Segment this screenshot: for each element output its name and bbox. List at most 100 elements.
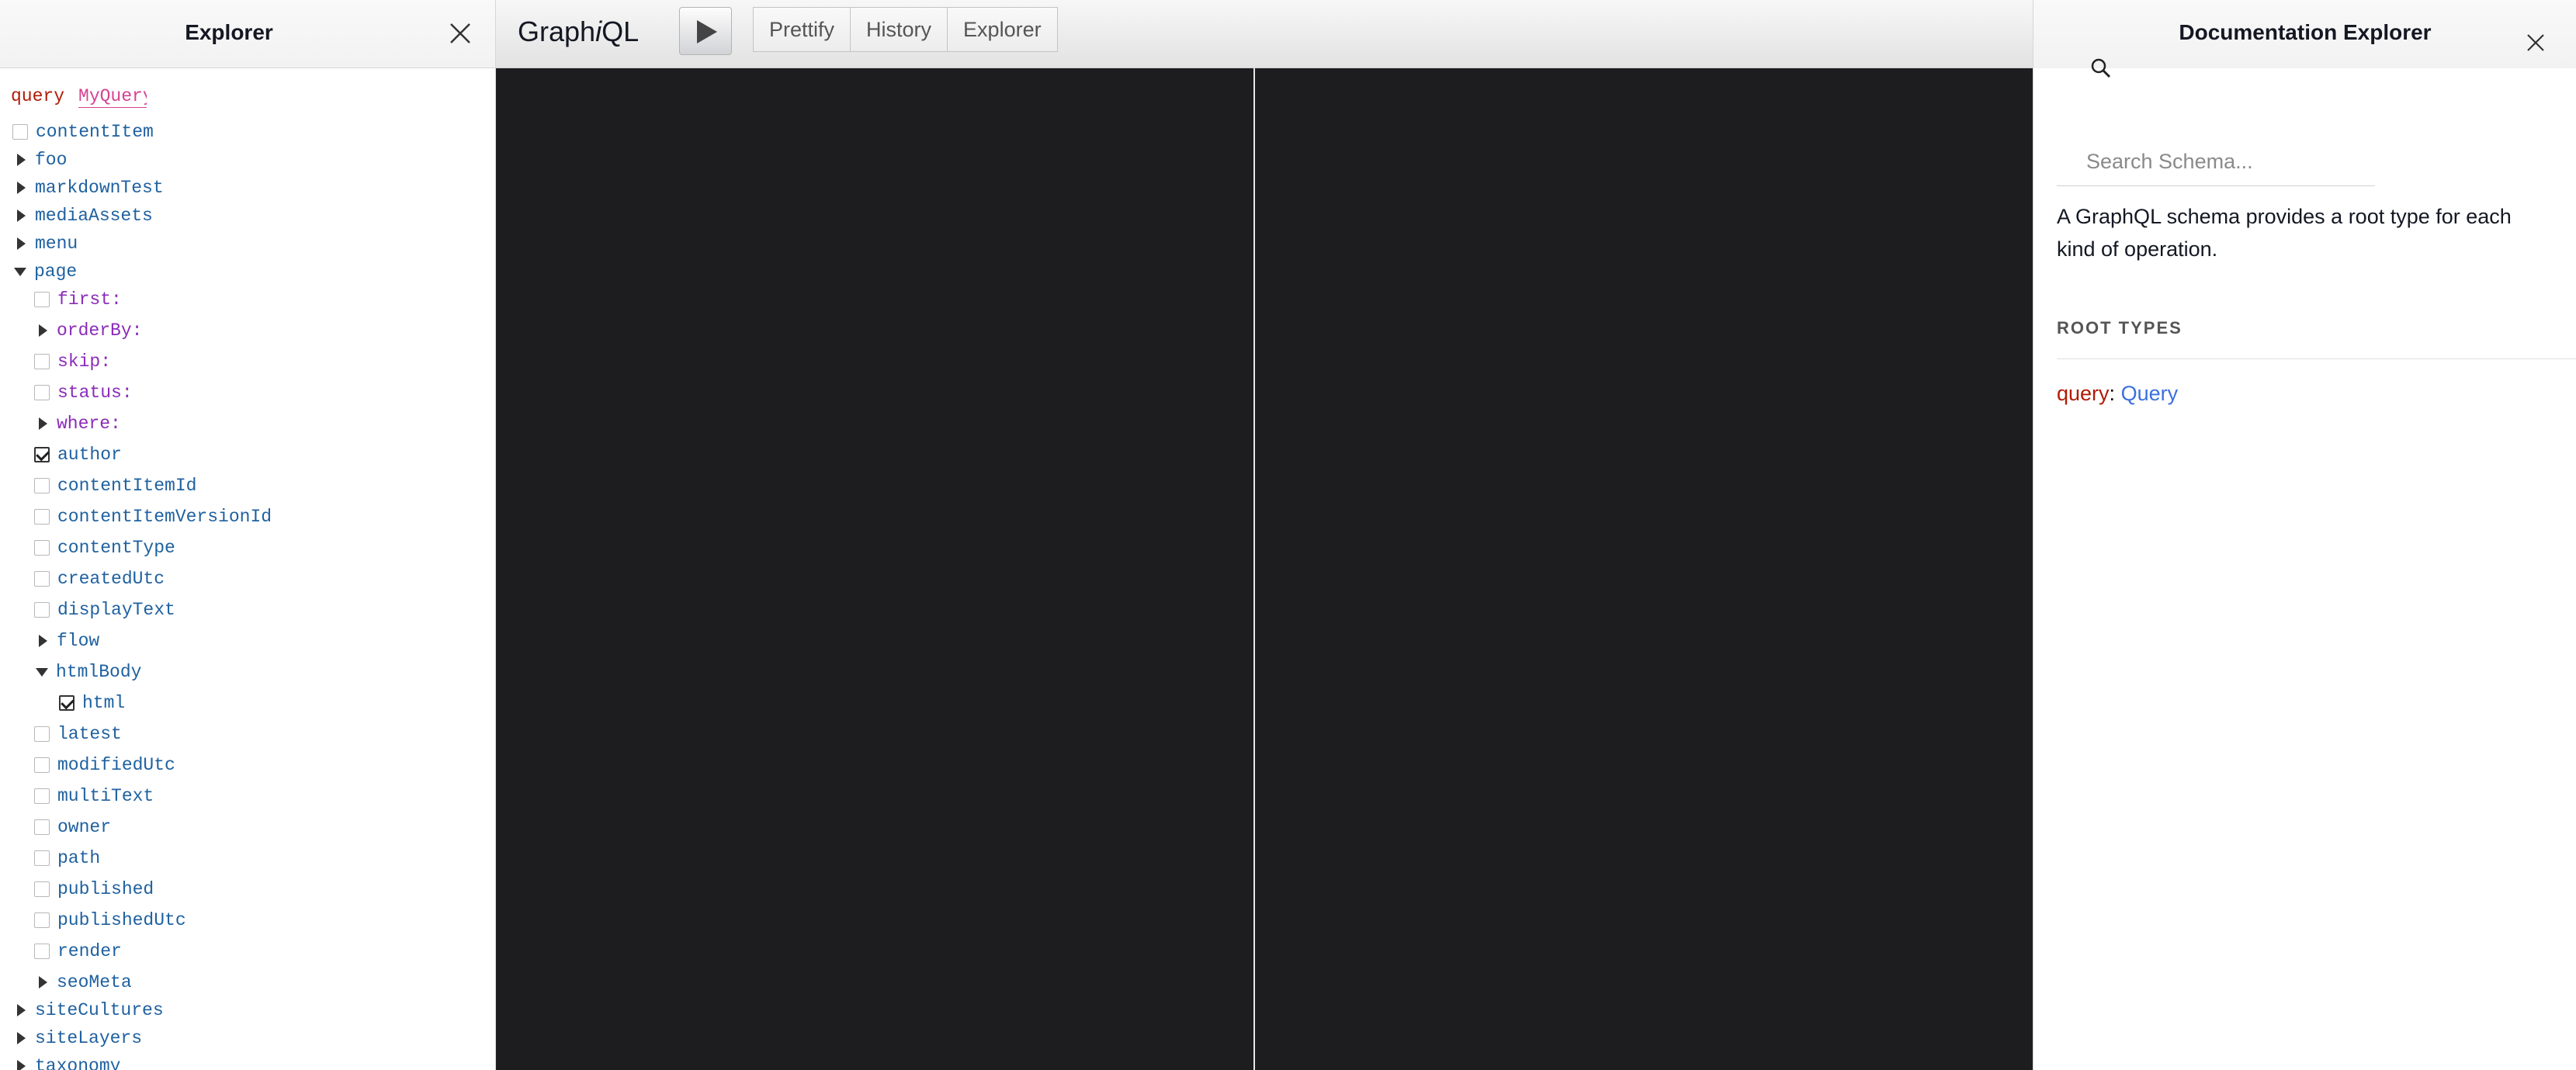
caret-right-icon[interactable]: [17, 182, 26, 194]
explorer-tree-row[interactable]: contentItem: [12, 118, 154, 146]
toolbar: GraphiQL Prettify History Explorer: [496, 0, 2033, 68]
explorer-tree-row[interactable]: contentItemId: [34, 472, 196, 500]
explorer-tree-row[interactable]: siteLayers: [14, 1024, 142, 1052]
checkbox[interactable]: [34, 602, 50, 618]
explorer-close-icon[interactable]: [447, 20, 473, 47]
explorer-tree-row[interactable]: latest: [34, 720, 122, 748]
caret-down-icon[interactable]: [14, 267, 26, 276]
explorer-tree-row[interactable]: menu: [14, 230, 78, 258]
caret-right-icon[interactable]: [39, 976, 47, 989]
explorer-tree-row[interactable]: published: [34, 875, 154, 903]
checkbox[interactable]: [34, 912, 50, 928]
operation-header: query MyQuery: [11, 82, 147, 110]
operation-keyword: query: [11, 86, 65, 106]
schema-search-input[interactable]: [2086, 140, 2373, 183]
field-label: publishedUtc: [57, 910, 186, 930]
explorer-tree-row[interactable]: foo: [14, 146, 67, 174]
caret-right-icon[interactable]: [39, 324, 47, 337]
checkbox-checked[interactable]: [59, 695, 75, 711]
field-label: createdUtc: [57, 569, 165, 589]
history-button[interactable]: History: [850, 7, 948, 52]
explorer-tree-row[interactable]: orderBy:: [36, 317, 142, 345]
docs-divider: [2057, 358, 2576, 359]
docs-close-icon[interactable]: [2526, 33, 2546, 53]
root-query-keyword: query: [2057, 382, 2110, 405]
explorer-tree-row[interactable]: owner: [34, 813, 111, 841]
caret-right-icon[interactable]: [17, 154, 26, 166]
caret-right-icon[interactable]: [17, 1004, 26, 1016]
checkbox[interactable]: [34, 819, 50, 835]
result-pane[interactable]: [1255, 68, 2033, 1070]
checkbox[interactable]: [34, 540, 50, 556]
explorer-tree-row[interactable]: page: [14, 258, 77, 286]
checkbox[interactable]: [34, 571, 50, 587]
explorer-tree-row[interactable]: first:: [34, 286, 122, 313]
root-query-separator: :: [2109, 382, 2121, 405]
explorer-tree-row[interactable]: flow: [36, 627, 99, 655]
explorer-header: Explorer: [0, 0, 495, 68]
field-label: menu: [35, 234, 78, 254]
explorer-tree-row[interactable]: where:: [36, 410, 121, 438]
explorer-tree-row[interactable]: status:: [34, 379, 133, 407]
caret-right-icon[interactable]: [39, 635, 47, 647]
operation-name-input[interactable]: MyQuery: [78, 85, 147, 108]
explorer-tree-row[interactable]: mediaAssets: [14, 202, 153, 230]
argument-label: where:: [57, 414, 121, 434]
caret-right-icon[interactable]: [17, 1060, 26, 1070]
checkbox[interactable]: [34, 385, 50, 400]
graphiql-logo: GraphiQL: [518, 16, 640, 47]
checkbox[interactable]: [34, 788, 50, 804]
argument-label: skip:: [57, 351, 112, 372]
checkbox[interactable]: [34, 850, 50, 866]
explorer-tree-row[interactable]: author: [34, 441, 122, 469]
schema-description: A GraphQL schema provides a root type fo…: [2057, 205, 2512, 261]
explorer-tree-row[interactable]: markdownTest: [14, 174, 164, 202]
root-type-query: query: Query: [2057, 382, 2178, 406]
field-label: siteLayers: [35, 1028, 143, 1048]
checkbox-checked[interactable]: [34, 447, 50, 462]
checkbox[interactable]: [34, 509, 50, 525]
caret-right-icon[interactable]: [17, 237, 26, 250]
explorer-tree-row[interactable]: publishedUtc: [34, 906, 186, 934]
docs-header: Documentation Explorer: [2033, 0, 2576, 68]
field-label: path: [57, 848, 101, 868]
argument-label: status:: [57, 383, 133, 403]
caret-right-icon[interactable]: [17, 1032, 26, 1044]
field-label: multiText: [57, 786, 154, 806]
prettify-button[interactable]: Prettify: [753, 7, 851, 52]
toolbar-buttons: Prettify History Explorer: [753, 7, 1058, 52]
explorer-tree-row[interactable]: contentType: [34, 534, 175, 562]
query-type-link[interactable]: Query: [2121, 382, 2179, 405]
field-label: contentItemVersionId: [57, 507, 272, 527]
checkbox[interactable]: [34, 726, 50, 742]
checkbox[interactable]: [34, 881, 50, 897]
explorer-toggle-button[interactable]: Explorer: [947, 7, 1058, 52]
checkbox[interactable]: [34, 354, 50, 369]
checkbox[interactable]: [34, 478, 50, 493]
explorer-tree-row[interactable]: htmlBody: [36, 658, 141, 686]
explorer-tree-row[interactable]: modifiedUtc: [34, 751, 175, 779]
checkbox[interactable]: [34, 292, 50, 307]
field-label: foo: [35, 150, 68, 170]
query-editor[interactable]: [496, 68, 1253, 1070]
caret-down-icon[interactable]: [36, 667, 48, 677]
explorer-tree-row[interactable]: contentItemVersionId: [34, 503, 272, 531]
explorer-tree-row[interactable]: createdUtc: [34, 565, 165, 593]
explorer-tree-row[interactable]: skip:: [34, 348, 111, 376]
explorer-tree-row[interactable]: html: [59, 689, 125, 717]
explorer-tree-row[interactable]: seoMeta: [36, 968, 132, 996]
field-label: render: [57, 941, 122, 961]
checkbox[interactable]: [34, 944, 50, 959]
explorer-tree-row[interactable]: path: [34, 844, 100, 872]
explorer-tree-row[interactable]: displayText: [34, 596, 175, 624]
caret-right-icon[interactable]: [39, 417, 47, 430]
explorer-tree-row[interactable]: render: [34, 937, 122, 965]
explorer-tree-row[interactable]: taxonomy: [14, 1052, 120, 1070]
execute-query-button[interactable]: [679, 7, 732, 55]
explorer-tree-row[interactable]: multiText: [34, 782, 154, 810]
field-label: html: [82, 693, 126, 713]
checkbox[interactable]: [34, 757, 50, 773]
explorer-tree-row[interactable]: siteCultures: [14, 996, 164, 1024]
caret-right-icon[interactable]: [17, 209, 26, 222]
checkbox[interactable]: [12, 124, 28, 140]
